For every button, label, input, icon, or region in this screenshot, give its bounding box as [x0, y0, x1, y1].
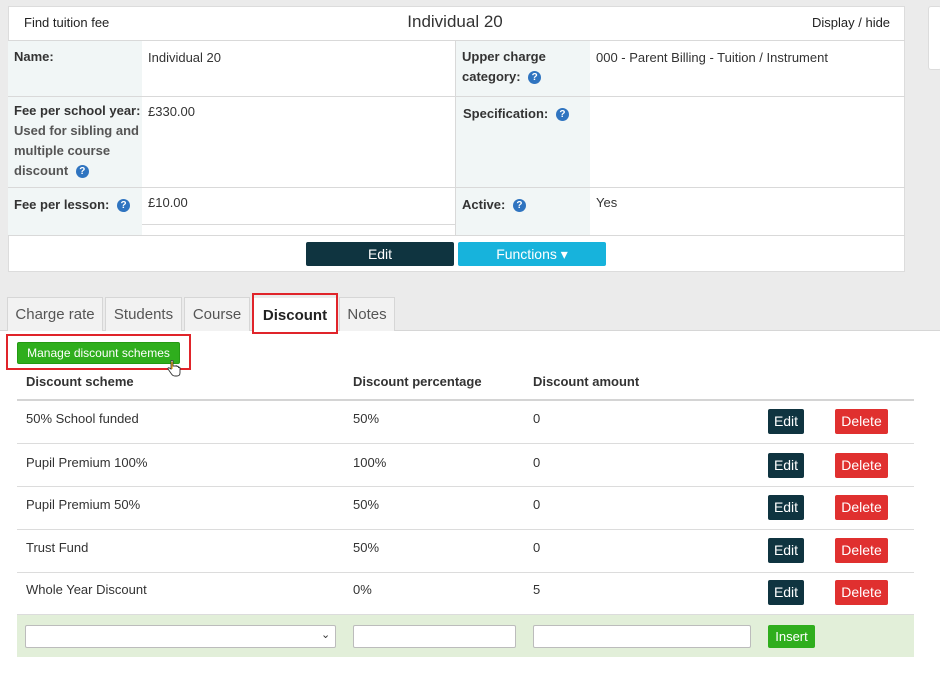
fee-lesson-value: £10.00 [148, 195, 188, 210]
side-panel-edge [928, 6, 940, 70]
row-scheme: Trust Fund [26, 540, 89, 555]
tab-course[interactable]: Course [184, 297, 250, 331]
divider [8, 187, 905, 188]
row-edit-button[interactable]: Edit [768, 409, 804, 434]
row-percentage: 50% [353, 411, 380, 426]
row-amount: 0 [533, 455, 541, 470]
row-percentage: 100% [353, 455, 387, 470]
functions-dropdown-button[interactable]: Functions ▾ [458, 242, 606, 266]
specification-label: Specification: ? [463, 104, 569, 124]
discount-amount-input[interactable] [533, 625, 751, 648]
row-divider [17, 443, 914, 444]
row-percentage: 50% [353, 540, 380, 555]
fee-lesson-label: Fee per lesson: ? [14, 195, 130, 215]
upper-charge-label-text: category: [462, 69, 521, 84]
fee-year-sub3: discount [14, 163, 69, 178]
divider [142, 224, 455, 225]
row-divider [17, 572, 914, 573]
divider [8, 235, 905, 236]
row-delete-button[interactable]: Delete [835, 538, 888, 563]
row-scheme: Whole Year Discount [26, 582, 147, 597]
discount-scheme-select[interactable]: ⌄ [25, 625, 336, 648]
header-divider [17, 399, 914, 401]
discount-tab-highlight [252, 293, 338, 334]
page-title: Individual 20 [407, 12, 503, 31]
upper-charge-value: 000 - Parent Billing - Tuition / Instrum… [596, 50, 828, 65]
row-amount: 0 [533, 497, 541, 512]
row-scheme: 50% School funded [26, 411, 139, 426]
row-delete-button[interactable]: Delete [835, 495, 888, 520]
edit-button[interactable]: Edit [306, 242, 454, 266]
divider [8, 40, 905, 41]
find-tuition-fee-link[interactable]: Find tuition fee [24, 15, 109, 30]
row-edit-button[interactable]: Edit [768, 580, 804, 605]
column-header-amount: Discount amount [533, 374, 640, 389]
help-icon[interactable]: ? [528, 71, 542, 85]
row-percentage: 50% [353, 497, 380, 512]
insert-button[interactable]: Insert [768, 625, 815, 648]
active-label-text: Active: [462, 197, 506, 212]
column-header-percentage: Discount percentage [353, 374, 482, 389]
row-edit-button[interactable]: Edit [768, 453, 804, 478]
help-icon[interactable]: ? [512, 199, 526, 213]
help-icon[interactable]: ? [117, 199, 130, 213]
active-value: Yes [596, 195, 618, 210]
upper-charge-label-line2: category: ? [462, 67, 546, 87]
tab-students[interactable]: Students [105, 297, 182, 331]
row-scheme: Pupil Premium 100% [26, 455, 148, 470]
fee-lesson-label-text: Fee per lesson: [14, 197, 110, 212]
row-divider [17, 529, 914, 530]
fee-year-value: £330.00 [148, 104, 195, 119]
row-divider [17, 486, 914, 487]
row-percentage: 0% [353, 582, 372, 597]
row-delete-button[interactable]: Delete [835, 580, 888, 605]
hand-pointer-icon [166, 359, 182, 383]
fee-year-sub2: multiple course [14, 143, 111, 158]
help-icon[interactable]: ? [555, 108, 569, 122]
specification-label-text: Specification: [463, 106, 549, 121]
divider [8, 96, 905, 97]
manage-button-highlight [6, 334, 191, 370]
row-amount: 0 [533, 540, 541, 555]
upper-charge-label-line1: Upper charge [462, 49, 546, 64]
fee-year-label: Fee per school year: Used for sibling an… [14, 101, 140, 181]
row-amount: 5 [533, 582, 541, 597]
fee-year-sub1: Used for sibling and [14, 123, 139, 138]
display-hide-link[interactable]: Display / hide [812, 15, 890, 30]
row-delete-button[interactable]: Delete [835, 453, 888, 478]
name-label: Name: [14, 49, 54, 64]
help-icon[interactable]: ? [75, 165, 89, 179]
tab-charge-rate[interactable]: Charge rate [7, 297, 103, 331]
tab-notes[interactable]: Notes [339, 297, 395, 331]
column-header-scheme: Discount scheme [26, 374, 134, 389]
upper-charge-label: Upper charge category: ? [462, 47, 546, 87]
fee-year-sub3-row: discount ? [14, 161, 140, 181]
chevron-down-icon: ⌄ [321, 629, 331, 641]
fee-year-label-title: Fee per school year: [14, 103, 141, 118]
divider [455, 41, 456, 235]
row-amount: 0 [533, 411, 541, 426]
discount-percentage-input[interactable] [353, 625, 516, 648]
active-label: Active: ? [462, 195, 526, 215]
row-scheme: Pupil Premium 50% [26, 497, 141, 512]
name-value: Individual 20 [148, 50, 221, 65]
row-edit-button[interactable]: Edit [768, 538, 804, 563]
row-edit-button[interactable]: Edit [768, 495, 804, 520]
row-delete-button[interactable]: Delete [835, 409, 888, 434]
